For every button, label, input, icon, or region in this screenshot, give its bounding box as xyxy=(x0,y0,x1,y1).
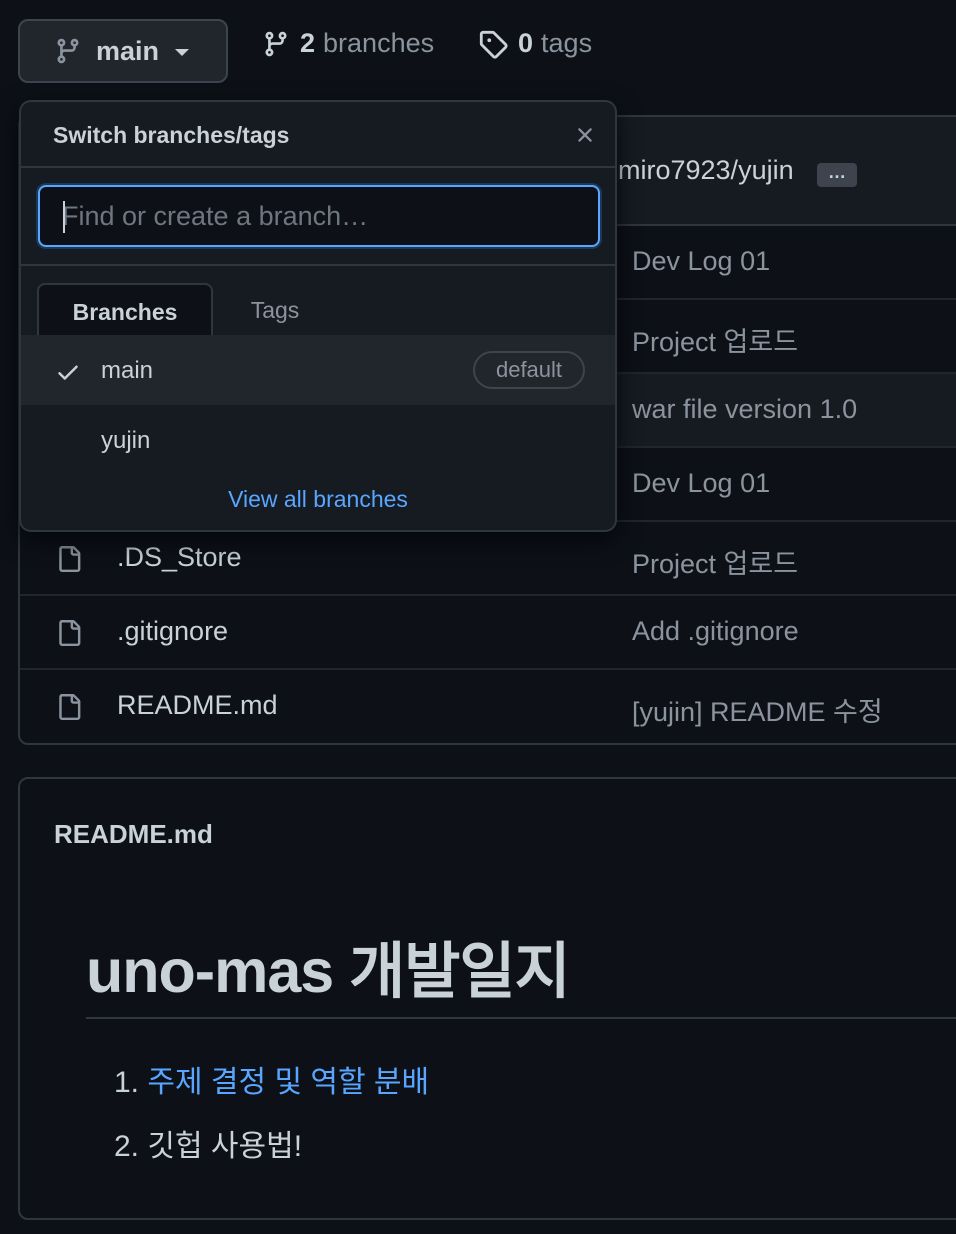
list-item: 1. 주제 결정 및 역할 분배 xyxy=(114,1057,429,1101)
commit-message-link[interactable]: Dev Log 01 xyxy=(632,246,770,277)
branch-item-yujin[interactable]: yujin xyxy=(21,405,615,475)
caret-down-icon xyxy=(175,48,190,56)
tab-tags[interactable]: Tags xyxy=(225,283,325,337)
readme-list: 1. 주제 결정 및 역할 분배 2. 깃헙 사용법! xyxy=(114,1057,429,1185)
branch-switcher-dropdown: Switch branches/tags Branches Tags main … xyxy=(19,100,617,532)
branches-count: 2 xyxy=(300,28,316,58)
git-branch-icon xyxy=(57,38,79,64)
file-row[interactable]: .DS_Store Project 업로드 xyxy=(20,522,956,596)
view-all-branches-link[interactable]: View all branches xyxy=(21,486,615,513)
list-text: 깃헙 사용법! xyxy=(147,1130,303,1163)
tags-label: tags xyxy=(541,28,593,58)
close-icon[interactable] xyxy=(573,123,597,147)
text-cursor xyxy=(63,201,65,233)
readme-panel: README.md uno-mas 개발일지 1. 주제 결정 및 역할 분배 … xyxy=(18,777,956,1220)
dropdown-title: Switch branches/tags xyxy=(53,122,290,148)
branches-label: branches xyxy=(323,28,435,58)
readme-link[interactable]: 주제 결정 및 역할 분배 xyxy=(147,1066,429,1099)
commit-author-link[interactable]: miro7923/yujin xyxy=(618,155,794,186)
list-number: 2. xyxy=(114,1130,140,1163)
dropdown-header: Switch branches/tags xyxy=(21,102,615,168)
tag-icon xyxy=(479,30,508,59)
readme-heading: uno-mas 개발일지 xyxy=(86,937,571,1005)
readme-file-title[interactable]: README.md xyxy=(54,819,213,850)
branch-name: main xyxy=(101,357,154,384)
tags-link[interactable]: 0 tags xyxy=(478,28,592,59)
default-badge: default xyxy=(473,351,585,389)
heading-divider xyxy=(86,1017,956,1019)
check-icon xyxy=(58,365,78,380)
commit-message-link[interactable]: Project 업로드 xyxy=(632,542,798,581)
list-number: 1. xyxy=(114,1066,140,1099)
branch-name: yujin xyxy=(101,427,151,454)
commit-message-link[interactable]: war file version 1.0 xyxy=(632,394,857,425)
file-name-link[interactable]: README.md xyxy=(117,690,278,721)
commit-message-link[interactable]: Add .gitignore xyxy=(632,616,799,647)
search-section xyxy=(21,168,615,266)
commit-more-button[interactable]: … xyxy=(817,163,857,187)
file-icon xyxy=(59,620,81,646)
current-branch-label: main xyxy=(96,35,160,66)
file-icon xyxy=(59,546,81,572)
file-row[interactable]: README.md [yujin] README 수정 xyxy=(20,670,956,743)
branch-search-input[interactable] xyxy=(38,185,600,247)
file-row[interactable]: .gitignore Add .gitignore xyxy=(20,596,956,670)
branch-item-main[interactable]: main default xyxy=(21,335,615,405)
git-branch-icon xyxy=(265,31,287,56)
branches-link[interactable]: 2 branches xyxy=(262,28,434,59)
commit-message-link[interactable]: Project 업로드 xyxy=(632,320,798,359)
tags-count: 0 xyxy=(518,28,534,58)
file-name-link[interactable]: .gitignore xyxy=(117,616,228,647)
commit-message-link[interactable]: Dev Log 01 xyxy=(632,468,770,499)
tab-branches[interactable]: Branches xyxy=(37,283,213,339)
file-name-link[interactable]: .DS_Store xyxy=(117,542,242,573)
branch-select-button[interactable]: main xyxy=(18,19,228,83)
file-icon xyxy=(59,694,81,720)
commit-message-link[interactable]: [yujin] README 수정 xyxy=(632,690,883,729)
list-item: 2. 깃헙 사용법! xyxy=(114,1121,429,1165)
